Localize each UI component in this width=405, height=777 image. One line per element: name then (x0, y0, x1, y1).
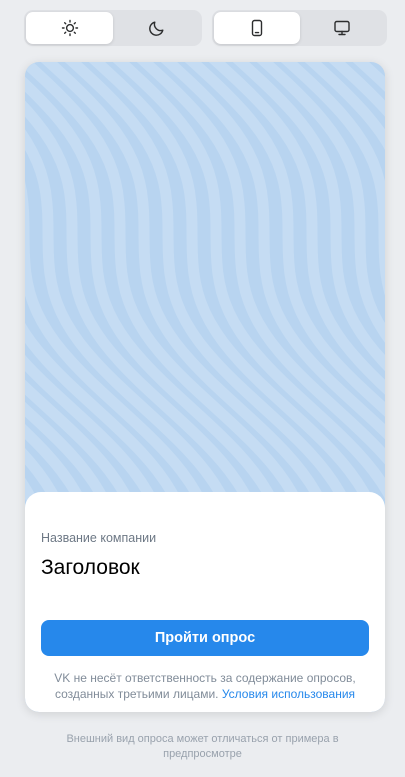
desktop-preview-button[interactable] (300, 12, 386, 44)
desktop-icon (333, 19, 351, 37)
moon-icon (148, 19, 166, 37)
survey-heading: Заголовок (41, 556, 140, 579)
dark-theme-button[interactable] (113, 12, 200, 44)
company-name: Название компании (41, 531, 157, 545)
preview-footnote: Внешний вид опроса может отличаться от п… (66, 733, 339, 760)
device-switcher (212, 10, 387, 46)
mobile-preview-button[interactable] (214, 12, 300, 44)
disclaimer: VK не несёт ответственность за содержани… (41, 670, 369, 702)
light-theme-button[interactable] (26, 12, 113, 44)
sun-icon (61, 19, 79, 37)
take-survey-button[interactable]: Пройти опрос (41, 620, 369, 656)
cover-pattern (25, 62, 385, 522)
phone-icon (248, 19, 266, 37)
survey-sheet: Название компании Заголовок Пройти опрос… (25, 492, 385, 712)
theme-switcher (24, 10, 202, 46)
survey-preview-card: Название компании Заголовок Пройти опрос… (25, 62, 385, 712)
terms-link[interactable]: Условия использования (222, 687, 355, 701)
